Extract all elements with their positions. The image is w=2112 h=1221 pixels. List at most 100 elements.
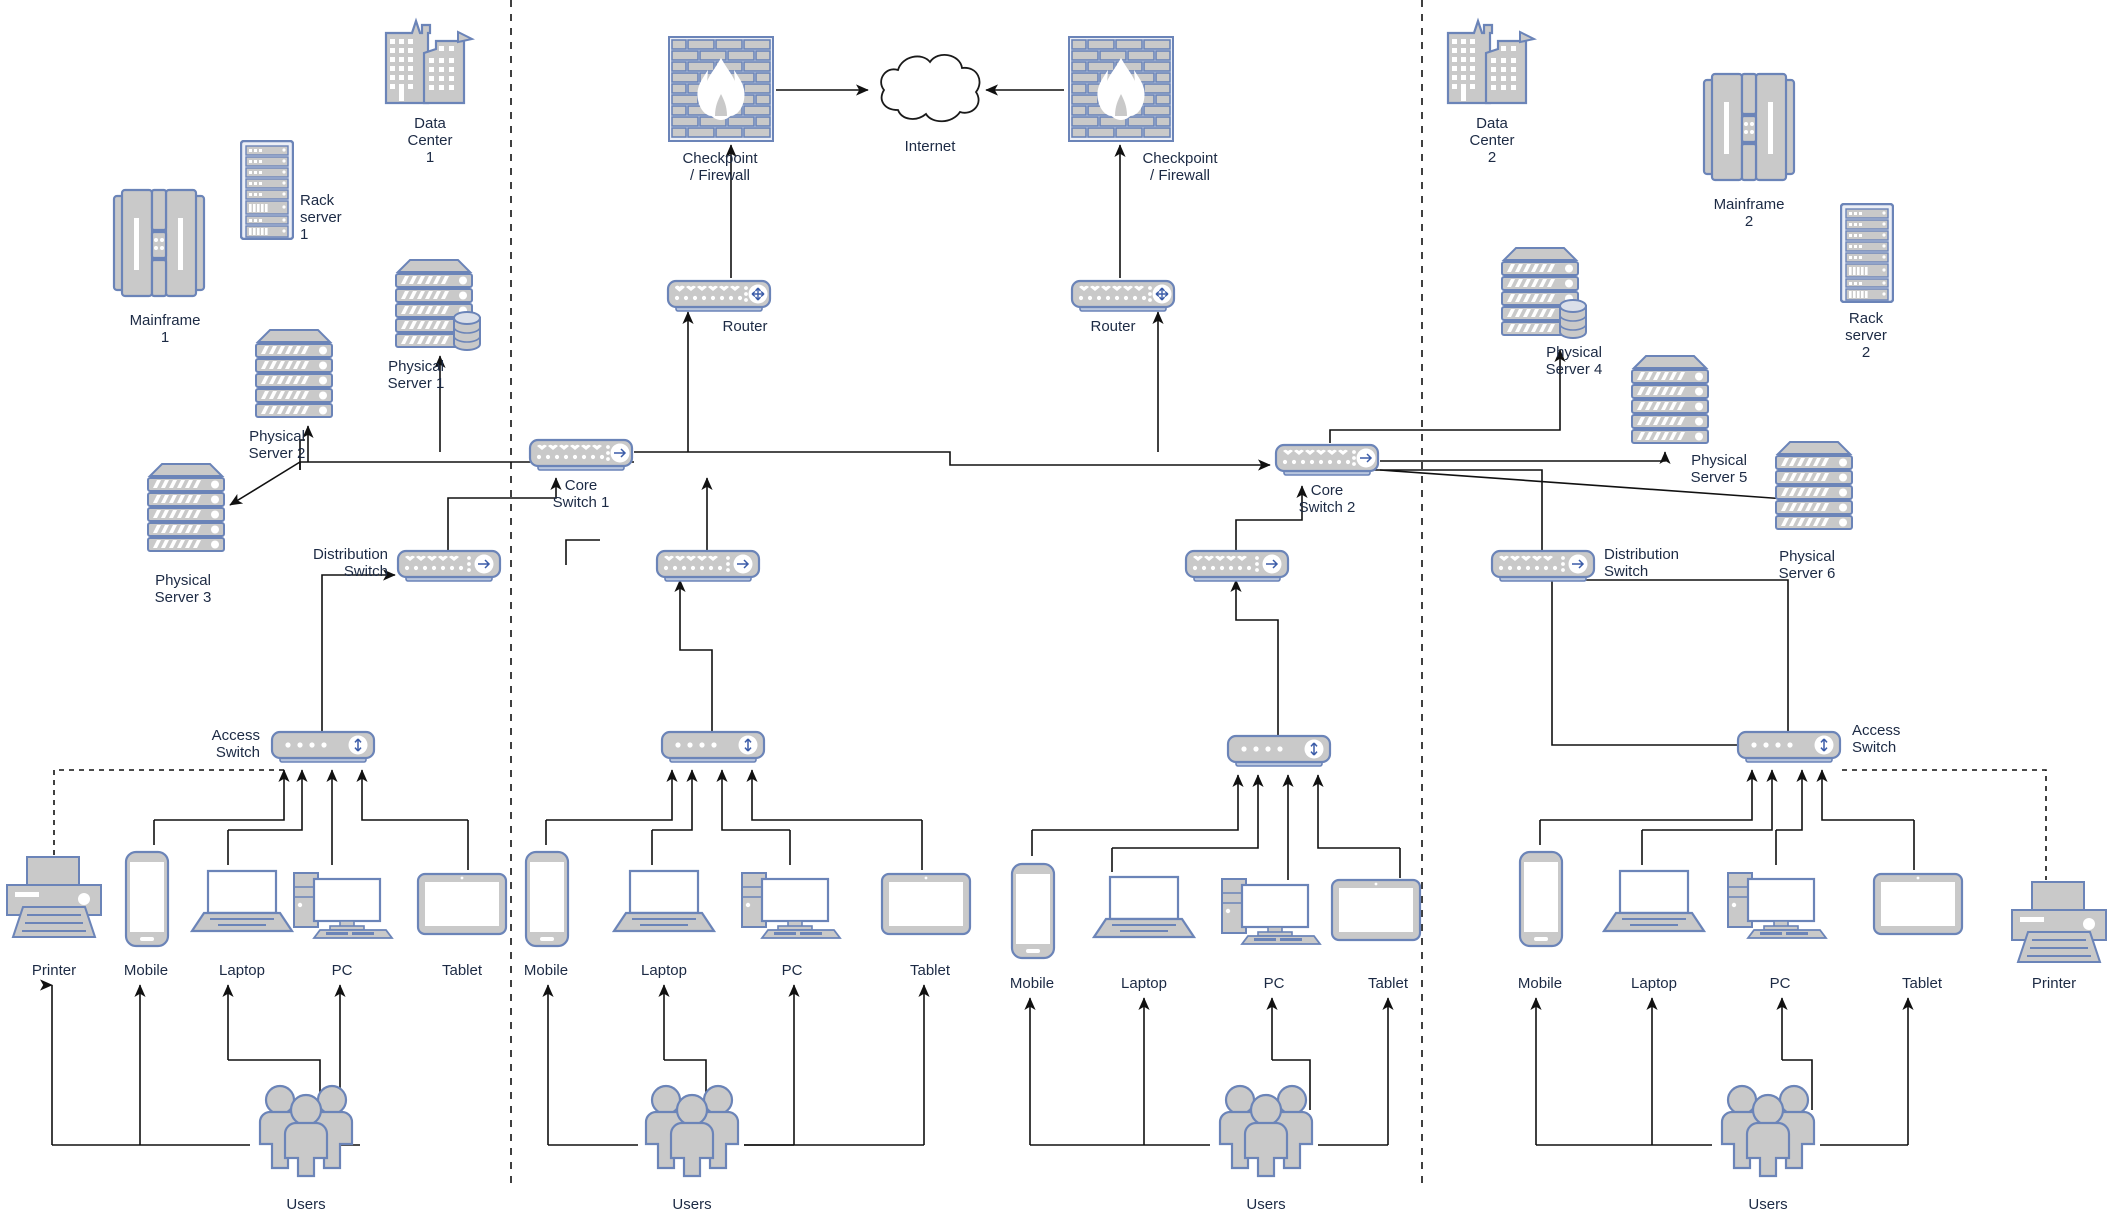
rack-server-1-node[interactable] <box>240 140 294 240</box>
laptop-3-node[interactable] <box>1092 875 1196 941</box>
pc-2-label: PC <box>781 962 803 979</box>
rack-server-1-label: Rack server 1 <box>300 192 342 243</box>
physical-server-1-label: Physical Server 1 <box>387 358 445 392</box>
mainframe-icon <box>1702 72 1796 182</box>
pc-3-node[interactable] <box>1220 875 1322 945</box>
core-switch-2-label: Core Switch 2 <box>1298 482 1356 516</box>
mainframe-2-node[interactable] <box>1700 72 1798 184</box>
laptop-icon <box>190 869 294 933</box>
tablet-3-node[interactable] <box>1330 878 1422 942</box>
laptop-icon <box>1092 875 1196 939</box>
internet-node[interactable] <box>874 48 986 128</box>
mobile-3-node[interactable] <box>1010 862 1056 960</box>
laptop-4-node[interactable] <box>1602 869 1706 935</box>
pc-1-node[interactable] <box>292 869 394 939</box>
physical-server-2-node[interactable] <box>248 326 336 422</box>
tablet-2-node[interactable] <box>880 872 972 936</box>
rack-server-2-node[interactable] <box>1840 203 1894 303</box>
users-2-node[interactable] <box>638 1082 746 1178</box>
access-switch-4-node[interactable] <box>1736 730 1842 768</box>
access-switch-icon <box>1736 730 1842 763</box>
users-1-node[interactable] <box>252 1082 360 1178</box>
rack-server-icon <box>240 140 294 240</box>
router-icon <box>666 279 772 312</box>
printer-icon <box>2011 881 2107 963</box>
access-switch-3-node[interactable] <box>1226 734 1332 772</box>
printer-left-node[interactable] <box>5 855 103 941</box>
physical-server-icon <box>255 329 333 418</box>
router-1-node[interactable] <box>666 279 772 317</box>
distribution-switch-4-node[interactable] <box>1490 549 1596 587</box>
mobile-icon <box>1518 850 1564 948</box>
distribution-switch-1-node[interactable] <box>396 549 502 587</box>
printer-left-label: Printer <box>31 962 77 979</box>
tablet-icon <box>416 872 508 936</box>
physical-server-1-node[interactable] <box>388 256 494 352</box>
mobile-icon <box>124 850 170 948</box>
physical-server-5-node[interactable] <box>1624 352 1712 448</box>
pc-icon <box>741 872 842 939</box>
firewall-icon <box>1068 36 1174 142</box>
router-icon <box>1070 279 1176 312</box>
tablet-2-label: Tablet <box>909 962 951 979</box>
physical-server-6-node[interactable] <box>1768 438 1856 534</box>
data-center-1-label: Data Center 1 <box>407 115 453 166</box>
distribution-switch-3-node[interactable] <box>1184 549 1290 587</box>
access-switch-4-label: Access Switch <box>1852 722 1901 756</box>
laptop-2-label: Laptop <box>641 962 687 979</box>
mainframe-icon <box>112 188 206 298</box>
physical-server-icon <box>1775 441 1853 530</box>
mobile-4-node[interactable] <box>1518 850 1564 948</box>
access-switch-2-node[interactable] <box>660 730 766 768</box>
physical-server-4-label: Physical Server 4 <box>1545 344 1603 378</box>
tablet-icon <box>1872 872 1964 936</box>
mobile-2-node[interactable] <box>524 850 570 948</box>
data-center-2-label: Data Center 2 <box>1469 115 1515 166</box>
users-icon <box>258 1084 354 1178</box>
firewall-2-node[interactable] <box>1068 36 1174 142</box>
pc-2-node[interactable] <box>740 869 842 939</box>
router-2-node[interactable] <box>1070 279 1176 317</box>
users-4-node[interactable] <box>1714 1082 1822 1178</box>
users-1-label: Users <box>286 1196 326 1213</box>
mainframe-2-label: Mainframe 2 <box>1713 196 1785 230</box>
access-switch-icon <box>1226 734 1332 767</box>
database-cylinder-icon <box>1559 299 1587 339</box>
mobile-icon <box>524 850 570 948</box>
data-center-2-node[interactable] <box>1444 15 1540 107</box>
physical-server-3-node[interactable] <box>140 460 228 556</box>
access-switch-1-label: Access Switch <box>211 727 260 761</box>
laptop-1-node[interactable] <box>190 869 294 935</box>
core-switch-2-node[interactable] <box>1274 443 1380 481</box>
core-switch-1-node[interactable] <box>528 438 634 476</box>
firewall-1-node[interactable] <box>668 36 774 142</box>
laptop-2-node[interactable] <box>612 869 716 935</box>
mainframe-1-node[interactable] <box>110 188 208 300</box>
distribution-switch-1-label: Distribution Switch <box>312 546 388 580</box>
printer-right-node[interactable] <box>2010 880 2108 966</box>
pc-3-label: PC <box>1263 975 1285 992</box>
tablet-1-node[interactable] <box>416 872 508 936</box>
mobile-1-node[interactable] <box>124 850 170 948</box>
cloud-icon <box>880 54 981 123</box>
pc-4-node[interactable] <box>1726 869 1828 939</box>
data-center-1-node[interactable] <box>382 15 478 107</box>
router-1-label: Router <box>722 318 768 335</box>
database-cylinder-icon <box>453 311 481 351</box>
access-switch-icon <box>660 730 766 763</box>
distribution-switch-2-node[interactable] <box>655 549 761 587</box>
firewall-icon <box>668 36 774 142</box>
tablet-4-node[interactable] <box>1872 872 1964 936</box>
users-3-node[interactable] <box>1212 1082 1320 1178</box>
physical-server-4-node[interactable] <box>1494 244 1600 340</box>
laptop-4-label: Laptop <box>1631 975 1677 992</box>
laptop-icon <box>612 869 716 933</box>
dist-switch-icon <box>655 549 761 582</box>
access-switch-1-node[interactable] <box>270 730 376 768</box>
laptop-icon <box>1602 869 1706 933</box>
physical-server-db-icon <box>395 259 481 351</box>
tablet-icon <box>1330 878 1422 942</box>
mobile-2-label: Mobile <box>523 962 569 979</box>
users-icon <box>644 1084 740 1178</box>
mobile-4-label: Mobile <box>1517 975 1563 992</box>
